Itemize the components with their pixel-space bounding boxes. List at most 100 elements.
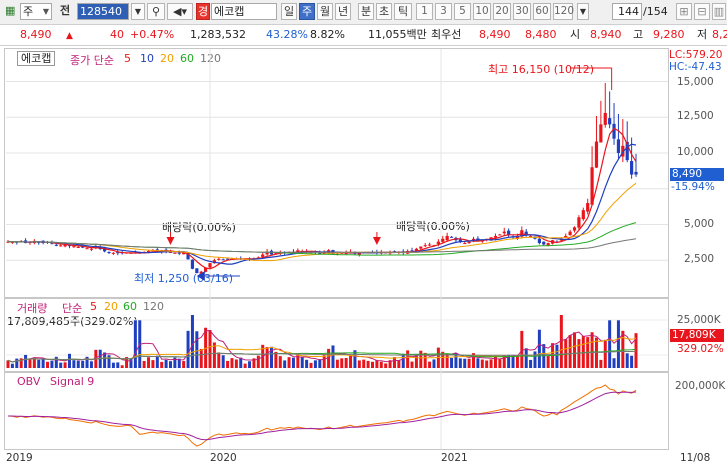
volume-bar <box>616 320 620 368</box>
volume-bar <box>621 330 625 368</box>
candle-body <box>581 210 585 220</box>
volume-bar <box>335 359 339 368</box>
candle-body <box>419 246 423 249</box>
candle-body <box>449 236 454 238</box>
volume-bar <box>46 361 50 368</box>
candle-body <box>603 112 607 125</box>
volume-bar <box>313 360 317 368</box>
candle-body <box>608 118 612 125</box>
volume-bar <box>480 359 484 368</box>
volume-bar <box>37 359 41 368</box>
volume-bar <box>397 360 401 368</box>
volume-bar <box>72 360 76 368</box>
candle-body <box>111 252 115 254</box>
chart-canvas <box>6 49 668 449</box>
volume-bar <box>10 363 14 368</box>
volume-bar <box>186 330 190 368</box>
volume-bar <box>243 363 247 368</box>
volume-bar <box>28 358 32 368</box>
candle-body <box>107 252 111 254</box>
volume-bar <box>608 320 612 368</box>
volume-ma5-line <box>7 330 637 363</box>
candle-body <box>72 246 76 248</box>
volume-bar <box>291 357 295 368</box>
volume-bar <box>155 355 159 368</box>
volume-bar <box>256 355 260 368</box>
volume-bar <box>392 357 396 368</box>
candle-body <box>612 123 616 139</box>
candle-body <box>577 217 581 228</box>
volume-bar <box>379 361 383 368</box>
candle-body <box>441 238 445 242</box>
volume-bar <box>151 360 155 368</box>
volume-bar <box>590 332 594 368</box>
volume-bar <box>248 361 252 368</box>
volume-bar <box>322 355 326 368</box>
obv-signal-line <box>8 391 637 441</box>
candle-body <box>493 235 498 238</box>
candle-body <box>208 263 212 268</box>
volume-bar <box>182 361 186 368</box>
candle-body <box>463 243 467 245</box>
candle-body <box>59 245 63 247</box>
volume-bar <box>164 359 168 368</box>
volume-bar <box>524 348 528 368</box>
candle-body <box>85 248 89 250</box>
volume-bar <box>89 361 93 368</box>
volume-bar <box>533 351 537 368</box>
candle-body <box>217 258 221 260</box>
volume-bar <box>6 360 10 368</box>
volume-bar <box>340 358 344 368</box>
volume-bar <box>147 357 151 368</box>
volume-bar <box>309 362 313 368</box>
volume-bar <box>573 332 577 368</box>
volume-bar <box>59 362 63 368</box>
volume-bar <box>625 353 629 368</box>
candle-body <box>467 241 471 244</box>
volume-bar <box>414 354 418 368</box>
candle-body <box>54 244 58 246</box>
obv-line <box>7 384 637 447</box>
candle-body <box>502 231 506 234</box>
volume-bar <box>401 353 405 368</box>
volume-bar <box>493 355 497 368</box>
candle-body <box>173 252 177 254</box>
candle-body <box>221 259 225 261</box>
volume-bar <box>265 347 269 368</box>
candle-body <box>423 245 427 247</box>
volume-bar <box>168 361 172 368</box>
volume-bar <box>318 359 322 368</box>
candle-body <box>542 241 546 245</box>
volume-bar <box>67 353 71 368</box>
volume-bar <box>450 358 454 368</box>
candle-body <box>507 230 511 235</box>
volume-bar <box>555 344 559 368</box>
volume-bar <box>234 359 238 368</box>
candle-body <box>195 268 199 274</box>
candle-body <box>89 248 94 250</box>
ma60-line <box>7 222 637 256</box>
volume-bar <box>230 358 234 368</box>
volume-bar <box>190 315 194 368</box>
candle-body <box>616 139 621 153</box>
volume-bar <box>568 334 572 368</box>
volume-bar <box>406 350 410 368</box>
volume-bar <box>419 350 423 368</box>
volume-bar <box>344 357 348 368</box>
candle-body <box>586 203 590 212</box>
candle-body <box>568 231 572 236</box>
volume-bar <box>111 362 115 368</box>
volume-bar <box>221 355 225 368</box>
volume-bar <box>366 360 370 368</box>
volume-bar <box>133 320 137 368</box>
volume-bar <box>529 359 533 368</box>
volume-bar <box>432 359 436 368</box>
volume-bar <box>226 360 230 368</box>
dividend-arrow-1 <box>166 237 175 245</box>
candle-body <box>445 235 449 241</box>
volume-bar <box>50 360 54 368</box>
volume-bar <box>485 360 489 368</box>
candle-body <box>594 141 599 168</box>
dividend-arrow-2 <box>372 237 381 245</box>
candle-body <box>634 171 638 175</box>
